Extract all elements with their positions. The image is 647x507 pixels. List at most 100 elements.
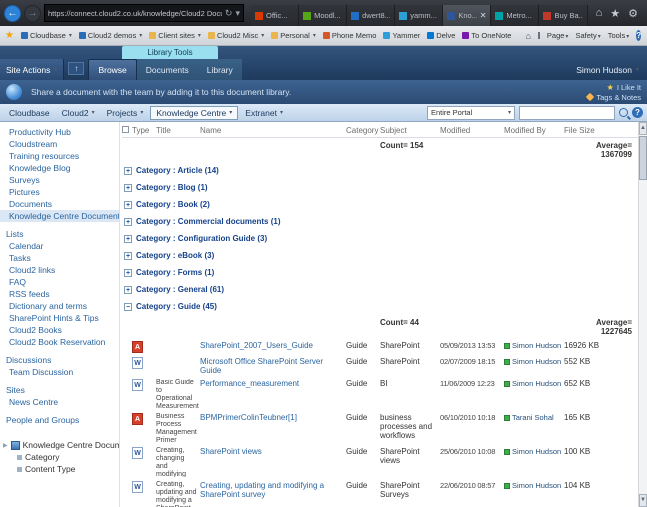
tree-expand-icon[interactable]: ▶ [3, 442, 8, 449]
favorite-link[interactable]: Cloud2 Misc [208, 31, 264, 40]
sidebar-header-discussions[interactable]: Discussions [0, 348, 119, 366]
expand-icon[interactable] [124, 167, 132, 175]
sidebar-item-knowledge-blog[interactable]: Knowledge Blog [0, 162, 119, 174]
column-header-file-size[interactable]: File Size [564, 126, 638, 135]
select-all-checkbox[interactable] [122, 126, 132, 135]
print-icon[interactable] [538, 32, 540, 39]
favorite-link[interactable]: Yammer [383, 31, 420, 40]
doc-name-link[interactable]: Performance_measurement [200, 379, 346, 388]
expand-icon[interactable] [124, 252, 132, 260]
file-type-icon[interactable] [132, 379, 143, 391]
doc-name-link[interactable]: SharePoint views [200, 447, 346, 456]
sidebar-item-team-discussion[interactable]: Team Discussion [0, 366, 119, 378]
sidebar-item-news-centre[interactable]: News Centre [0, 396, 119, 408]
file-type-icon[interactable] [132, 357, 143, 369]
vertical-scrollbar[interactable]: ▲ ▼ [638, 122, 647, 507]
group-row[interactable]: Category : General (61) [122, 281, 638, 298]
sidebar-item-documents[interactable]: Documents [0, 198, 119, 210]
help-icon[interactable]: ? [636, 30, 641, 41]
browser-tab[interactable]: yamm... [395, 5, 443, 26]
sidebar-item-cloud2-books[interactable]: Cloud2 Books [0, 324, 119, 336]
expand-icon[interactable] [124, 184, 132, 192]
expand-icon[interactable] [124, 235, 132, 243]
site-actions-button[interactable]: Site Actions [0, 59, 64, 80]
sidebar-item-cloudstream[interactable]: Cloudstream [0, 138, 119, 150]
favorite-link[interactable]: Phone Memo [323, 31, 377, 40]
group-row-expanded[interactable]: Category : Guide (45) [122, 298, 638, 315]
favorite-link[interactable]: To OneNote [462, 31, 511, 40]
group-row[interactable]: Category : Book (2) [122, 196, 638, 213]
nav-tab-projects[interactable]: Projects [102, 107, 149, 119]
refresh-icon[interactable]: ↻ [225, 8, 233, 19]
search-icon[interactable] [619, 108, 628, 117]
expand-icon[interactable] [124, 286, 132, 294]
settings-gear-icon[interactable]: ⚙ [628, 7, 638, 20]
address-dropdown-icon[interactable]: ▾ [235, 8, 240, 19]
scroll-down-icon[interactable]: ▼ [639, 494, 647, 507]
i-like-it-button[interactable]: ★ I Like It [607, 83, 641, 92]
sidebar-header-sites[interactable]: Sites [0, 378, 119, 396]
file-type-icon[interactable] [132, 481, 143, 493]
file-type-icon[interactable] [132, 413, 143, 425]
favorite-link[interactable]: Cloud2 demos [79, 31, 142, 40]
sidebar-header-lists[interactable]: Lists [0, 222, 119, 240]
sidebar-item-knowledge-centre-documents[interactable]: Knowledge Centre Documents [0, 210, 119, 222]
tree-item-category[interactable]: Category [3, 451, 119, 463]
column-header-modified-by[interactable]: Modified By [504, 126, 564, 135]
column-header-category[interactable]: Category [346, 126, 380, 135]
doc-name-link[interactable]: SharePoint_2007_Users_Guide [200, 341, 346, 350]
sidebar-item-dictionary[interactable]: Dictionary and terms [0, 300, 119, 312]
tags-notes-button[interactable]: Tags & Notes [587, 93, 641, 102]
tree-item-content-type[interactable]: Content Type [3, 463, 119, 475]
sidebar-item-rss-feeds[interactable]: RSS feeds [0, 288, 119, 300]
doc-modified-by[interactable]: Simon Hudson [504, 379, 564, 388]
address-bar[interactable]: https://connect.cloud2.co.uk/knowledge/C… [44, 4, 244, 22]
page-menu[interactable]: Page [547, 31, 569, 40]
group-row[interactable]: Category : Forms (1) [122, 264, 638, 281]
browser-tab[interactable]: Moodl... [299, 5, 347, 26]
doc-modified-by[interactable]: Simon Hudson [504, 481, 564, 490]
browser-tab-active[interactable]: Kno... ✕ [443, 5, 491, 26]
doc-modified-by[interactable]: Simon Hudson [504, 357, 564, 366]
sidebar-item-pictures[interactable]: Pictures [0, 186, 119, 198]
sidebar-item-sharepoint-hints[interactable]: SharePoint Hints & Tips [0, 312, 119, 324]
doc-name-link[interactable]: Creating, updating and modifying a Share… [200, 481, 346, 499]
nav-tab-cloudbase[interactable]: Cloudbase [4, 107, 55, 119]
file-type-icon[interactable] [132, 447, 143, 459]
column-header-type[interactable]: Type [132, 126, 156, 135]
group-row[interactable]: Category : Commercial documents (1) [122, 213, 638, 230]
doc-name-link[interactable]: BPMPrimerColinTeubner[1] [200, 413, 346, 422]
favorite-link[interactable]: Personal [271, 31, 316, 40]
search-input[interactable] [519, 106, 615, 120]
user-menu[interactable]: Simon Hudson [576, 59, 647, 80]
favorite-link[interactable]: Client sites [149, 31, 201, 40]
doc-modified-by[interactable]: Tarani Sohal [504, 413, 564, 422]
favorite-link[interactable]: Cloudbase [21, 31, 72, 40]
sidebar-item-training-resources[interactable]: Training resources [0, 150, 119, 162]
scroll-up-icon[interactable]: ▲ [639, 122, 647, 135]
doc-modified-by[interactable]: Simon Hudson [504, 341, 564, 350]
close-tab-icon[interactable]: ✕ [480, 11, 487, 20]
forward-button[interactable]: → [24, 5, 41, 22]
expand-icon[interactable] [124, 201, 132, 209]
sidebar-item-cloud2-links[interactable]: Cloud2 links [0, 264, 119, 276]
column-header-title[interactable]: Title [156, 126, 200, 135]
sidebar-item-book-reservation[interactable]: Cloud2 Book Reservation [0, 336, 119, 348]
sidebar-item-faq[interactable]: FAQ [0, 276, 119, 288]
back-button[interactable]: ← [4, 5, 21, 22]
favorite-link[interactable]: Delve [427, 31, 455, 40]
column-header-modified[interactable]: Modified [440, 126, 504, 135]
group-row[interactable]: Category : Article (14) [122, 162, 638, 179]
tools-menu[interactable]: Tools [608, 31, 630, 40]
favorites-icon[interactable]: ★ [610, 7, 620, 20]
ribbon-tab-browse[interactable]: Browse [88, 59, 136, 80]
scrollbar-thumb[interactable] [639, 136, 647, 180]
scrollbar-track[interactable] [639, 181, 647, 494]
sidebar-item-productivity-hub[interactable]: Productivity Hub [0, 126, 119, 138]
nav-tab-knowledge-centre[interactable]: Knowledge Centre [150, 106, 238, 120]
navigate-up-icon[interactable]: ↑ [68, 62, 84, 75]
doc-modified-by[interactable]: Simon Hudson [504, 447, 564, 456]
browser-tab[interactable]: Metro... [491, 5, 539, 26]
ribbon-tab-library[interactable]: Library [198, 59, 242, 80]
nav-tab-cloud2[interactable]: Cloud2 [57, 107, 100, 119]
